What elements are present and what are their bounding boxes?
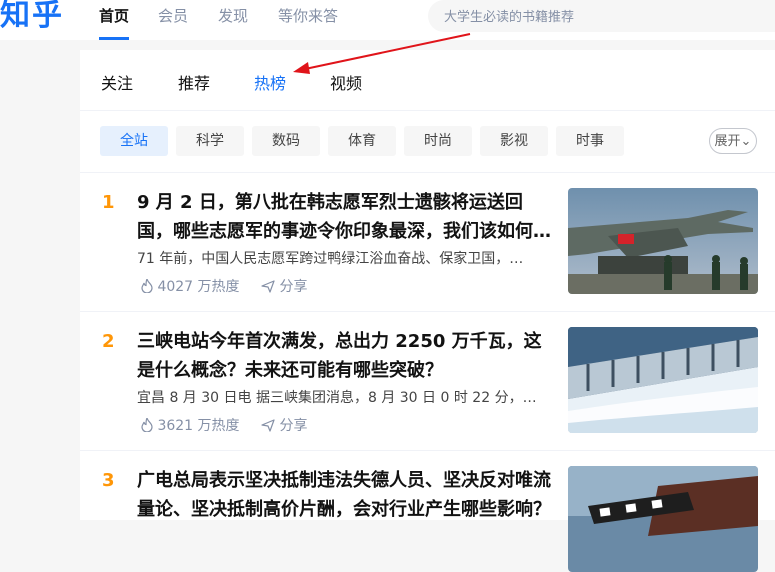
share-label: 分享 bbox=[279, 279, 308, 295]
nav-membership[interactable]: 会员 bbox=[158, 0, 188, 40]
item-thumbnail[interactable] bbox=[568, 188, 758, 294]
category-film[interactable]: 影视 bbox=[480, 126, 548, 156]
category-news[interactable]: 时事 bbox=[556, 126, 624, 156]
flame-icon bbox=[141, 416, 153, 433]
tab-follow[interactable]: 关注 bbox=[101, 70, 133, 94]
top-navbar: 知乎 首页 会员 发现 等你来答 bbox=[0, 0, 775, 40]
heat-metric: 3621 万热度 bbox=[141, 415, 240, 435]
category-sports[interactable]: 体育 bbox=[328, 126, 396, 156]
share-label: 分享 bbox=[279, 418, 308, 434]
zhihu-logo[interactable]: 知乎 bbox=[0, 0, 64, 36]
search-input[interactable] bbox=[442, 6, 746, 28]
tab-recommend[interactable]: 推荐 bbox=[178, 70, 210, 94]
rank-number: 3 bbox=[102, 470, 115, 491]
rank-number: 2 bbox=[102, 331, 115, 352]
nav-home[interactable]: 首页 bbox=[99, 0, 129, 40]
hot-list-item[interactable]: 2 三峡电站今年首次满发，总出力 2250 万千瓦，这是什么概念？未来还可能有哪… bbox=[80, 311, 775, 451]
category-digital[interactable]: 数码 bbox=[252, 126, 320, 156]
tab-hot-list[interactable]: 热榜 bbox=[254, 70, 286, 94]
item-title[interactable]: 9 月 2 日，第八批在韩志愿军烈士遗骸将运送回国，哪些志愿军的事迹令你印象最深… bbox=[137, 188, 557, 246]
share-button[interactable]: 分享 bbox=[261, 276, 307, 296]
heat-value: 4027 万热度 bbox=[157, 279, 240, 295]
category-fashion[interactable]: 时尚 bbox=[404, 126, 472, 156]
hot-list-item[interactable]: 1 9 月 2 日，第八批在韩志愿军烈士遗骸将运送回国，哪些志愿军的事迹令你印象… bbox=[80, 172, 775, 312]
item-thumbnail[interactable] bbox=[568, 466, 758, 572]
heat-value: 3621 万热度 bbox=[157, 418, 240, 434]
hot-list-item[interactable]: 3 广电总局表示坚决抵制违法失德人员、坚决反对唯流量论、坚决抵制高价片酬，会对行… bbox=[80, 450, 775, 572]
item-excerpt: 宜昌 8 月 30 日电 据三峡集团消息，8 月 30 日 0 时 22 分，… bbox=[137, 390, 537, 406]
item-title[interactable]: 广电总局表示坚决抵制违法失德人员、坚决反对唯流量论、坚决抵制高价片酬，会对行业产… bbox=[137, 466, 557, 524]
search-box[interactable] bbox=[428, 0, 775, 32]
category-science[interactable]: 科学 bbox=[176, 126, 244, 156]
rank-number: 1 bbox=[102, 192, 115, 213]
nav-discover[interactable]: 发现 bbox=[218, 0, 248, 40]
feed-tabs: 关注 推荐 热榜 视频 bbox=[80, 50, 775, 111]
expand-label: 展开 bbox=[714, 134, 741, 149]
expand-button[interactable]: 展开⌄ bbox=[709, 128, 757, 154]
flame-icon bbox=[141, 277, 153, 294]
nav-active-indicator bbox=[99, 37, 129, 40]
share-icon bbox=[261, 419, 275, 432]
item-excerpt: 71 年前，中国人民志愿军跨过鸭绿江浴血奋战、保家卫国，… bbox=[137, 251, 524, 267]
tab-video[interactable]: 视频 bbox=[330, 70, 362, 94]
share-icon bbox=[261, 280, 275, 293]
nav-waiting-answers[interactable]: 等你来答 bbox=[278, 0, 338, 40]
share-button[interactable]: 分享 bbox=[261, 415, 307, 435]
item-thumbnail[interactable] bbox=[568, 327, 758, 433]
category-all[interactable]: 全站 bbox=[100, 126, 168, 156]
heat-metric: 4027 万热度 bbox=[141, 276, 240, 296]
item-title[interactable]: 三峡电站今年首次满发，总出力 2250 万千瓦，这是什么概念？未来还可能有哪些突… bbox=[137, 327, 557, 385]
